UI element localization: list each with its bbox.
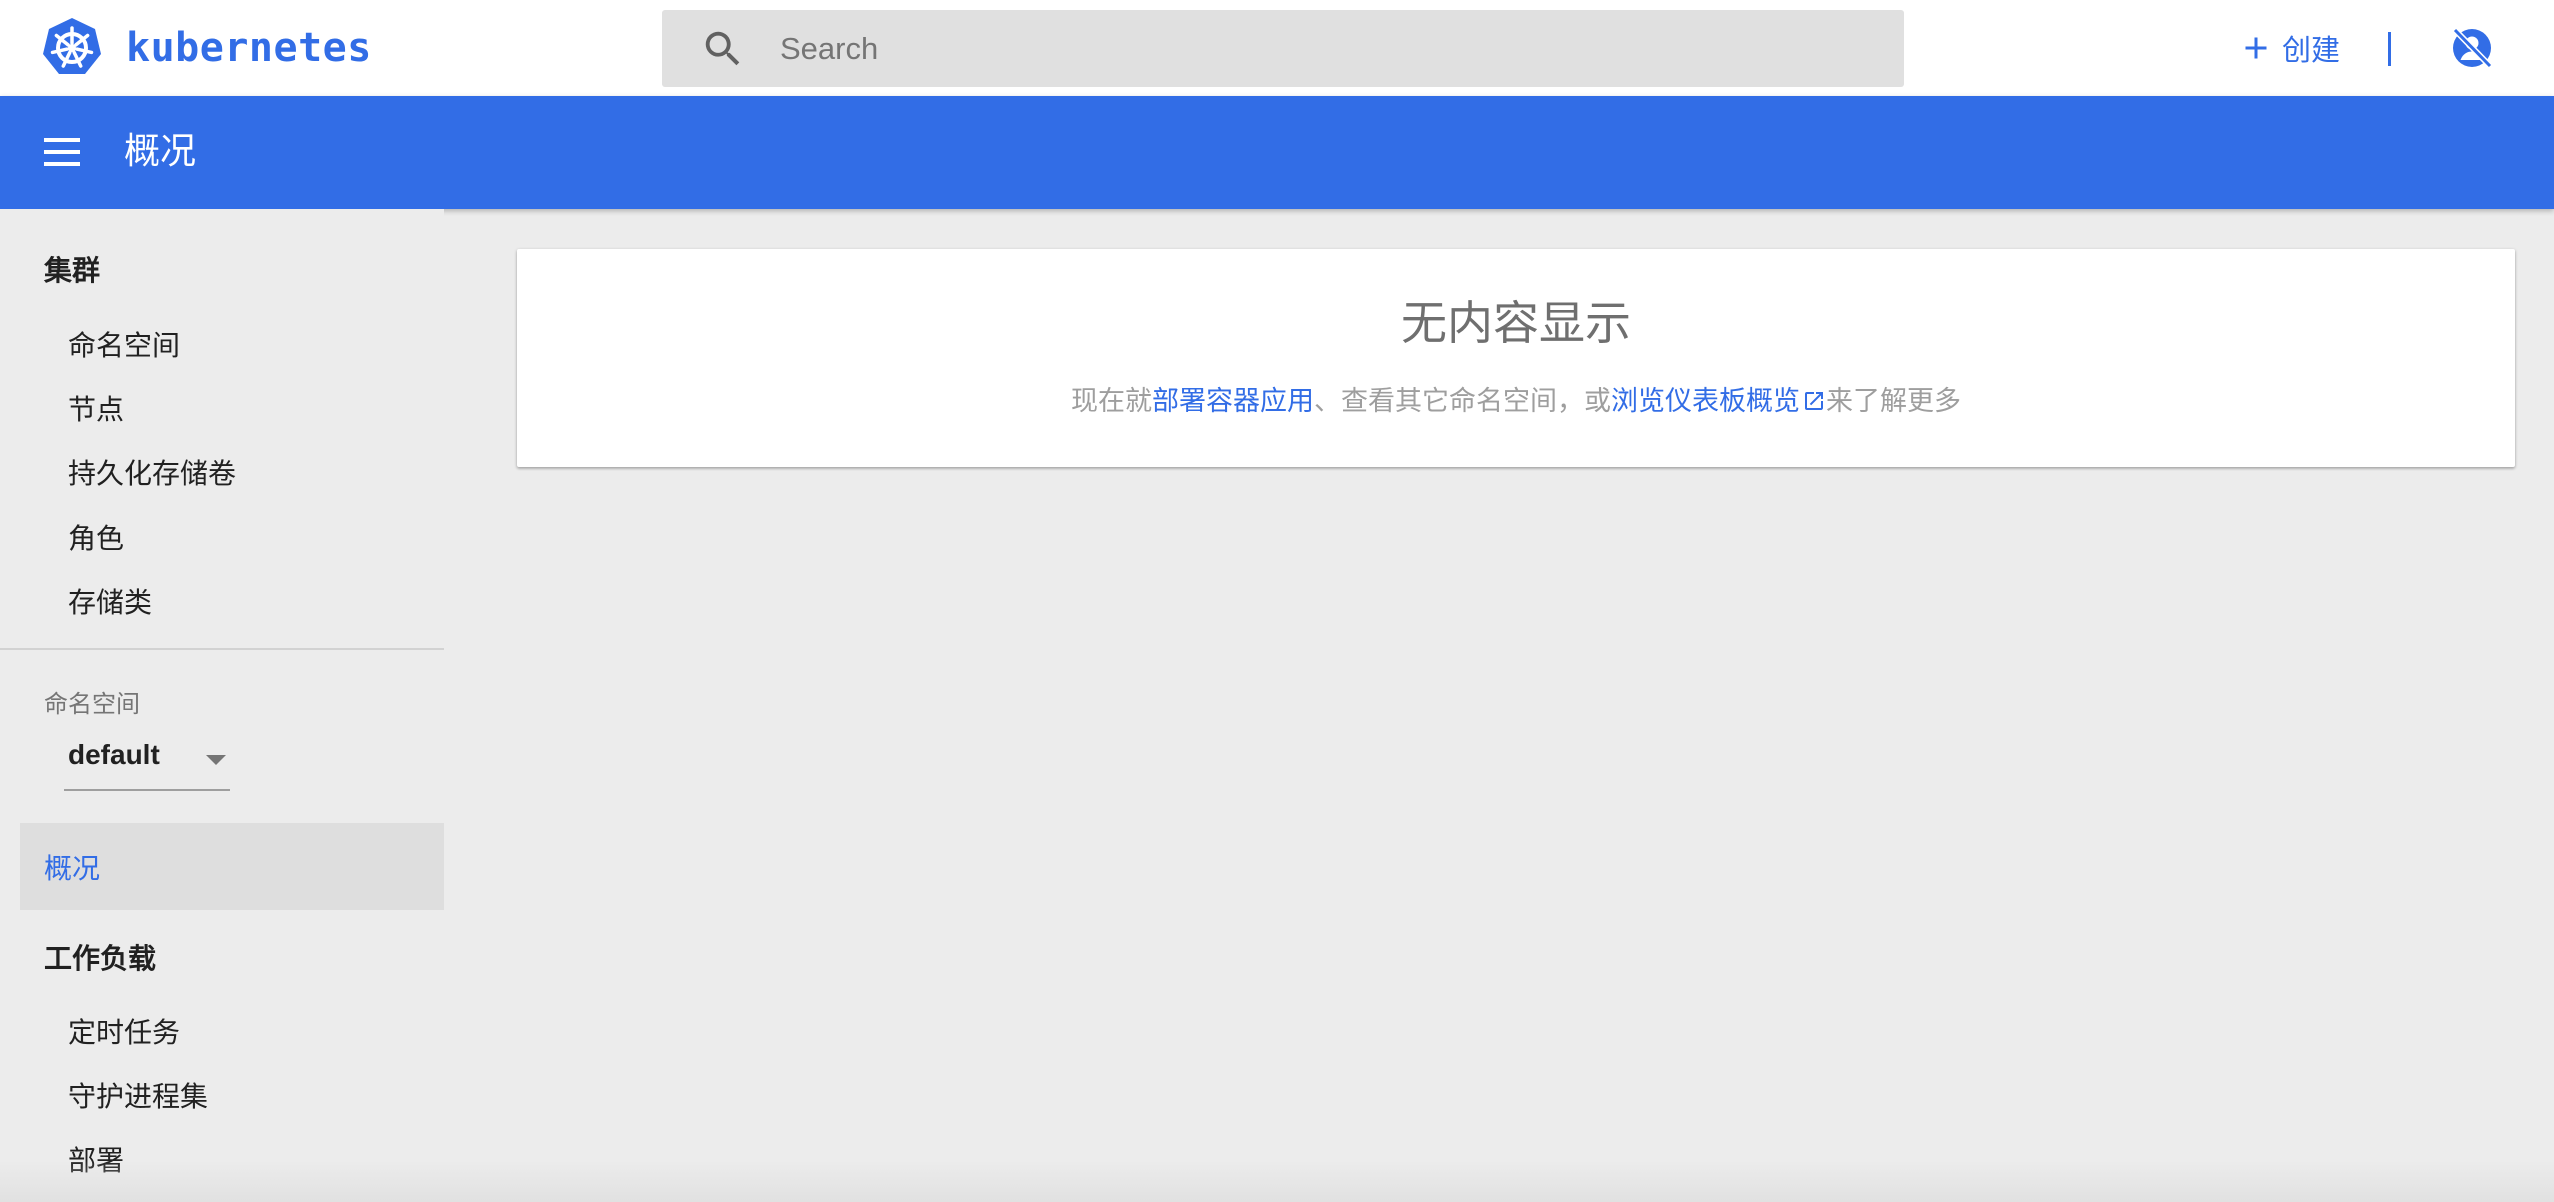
- namespace-selected-value: default: [68, 739, 160, 770]
- dashboard-overview-link[interactable]: 浏览仪表板概览: [1611, 386, 1826, 417]
- search-input[interactable]: [778, 17, 1904, 80]
- menu-icon: [44, 138, 80, 166]
- search-icon: [705, 31, 740, 65]
- account-button[interactable]: [2446, 20, 2498, 76]
- dropdown-arrow-icon: [206, 755, 226, 765]
- empty-state-card: 无内容显示 现在就部署容器应用、查看其它命名空间，或浏览仪表板概览 来了解更多: [517, 249, 2515, 467]
- sidebar-heading-cluster[interactable]: 集群: [44, 249, 100, 289]
- header-divider: [2388, 32, 2391, 66]
- menu-button[interactable]: [40, 132, 86, 172]
- search-bar[interactable]: [662, 10, 1904, 87]
- kubernetes-logo: [43, 18, 101, 74]
- empty-state-title: 无内容显示: [1401, 296, 1631, 350]
- open-in-new-icon: [1802, 389, 1826, 413]
- title-bar: 概况: [0, 96, 2554, 209]
- sidebar-item-cron-jobs[interactable]: 定时任务: [68, 1011, 180, 1051]
- namespace-label: 命名空间: [44, 690, 140, 718]
- namespace-select[interactable]: default: [64, 729, 230, 791]
- sidebar-divider: [0, 648, 444, 650]
- sidebar-nav: 集群 命名空间 节点 持久化存储卷 角色 存储类 命名空间 default 概况…: [0, 209, 444, 1202]
- account-off-icon: [2452, 27, 2493, 69]
- empty-state-text: 现在就部署容器应用、查看其它命名空间，或浏览仪表板概览 来了解更多: [517, 379, 2515, 418]
- sidebar-item-deployments[interactable]: 部署: [68, 1139, 124, 1179]
- create-button[interactable]: 创建: [2238, 22, 2340, 74]
- sidebar-item-nodes[interactable]: 节点: [68, 388, 124, 428]
- sidebar-item-daemon-sets[interactable]: 守护进程集: [68, 1075, 208, 1115]
- sidebar-item-roles[interactable]: 角色: [68, 517, 124, 557]
- sidebar-item-namespaces[interactable]: 命名空间: [68, 324, 180, 364]
- sidebar-item-overview-label: 概况: [44, 852, 101, 885]
- create-label: 创建: [2282, 33, 2341, 67]
- top-header: kubernetes 创建: [0, 0, 2554, 96]
- sidebar-item-storage-classes[interactable]: 存储类: [68, 581, 152, 621]
- empty-state-text-middle: 、查看其它命名空间，或: [1314, 386, 1611, 417]
- empty-state-text-suffix: 来了解更多: [1826, 386, 1961, 417]
- plus-icon: [2245, 37, 2267, 59]
- empty-state-text-prefix: 现在就: [1071, 386, 1152, 417]
- brand[interactable]: kubernetes: [40, 16, 372, 80]
- sidebar-heading-workloads[interactable]: 工作负载: [44, 937, 156, 977]
- dashboard-overview-link-label: 浏览仪表板概览: [1611, 386, 1800, 417]
- brand-name: kubernetes: [126, 25, 372, 71]
- sidebar-item-persistent-volumes[interactable]: 持久化存储卷: [68, 452, 236, 492]
- sidebar-item-overview[interactable]: 概况: [20, 823, 444, 910]
- deploy-app-link[interactable]: 部署容器应用: [1152, 386, 1314, 417]
- page-title: 概况: [124, 131, 197, 172]
